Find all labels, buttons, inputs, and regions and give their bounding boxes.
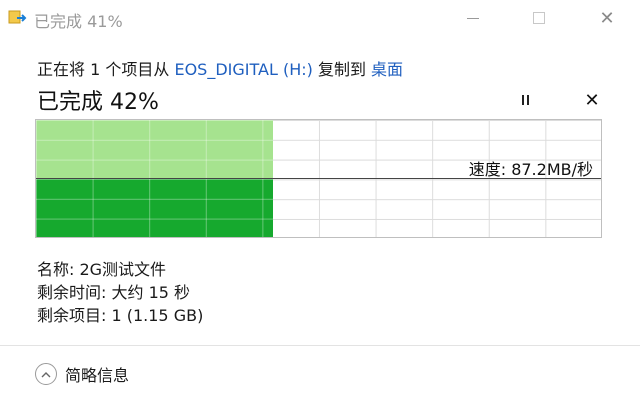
- copy-prefix: 正在将 1 个项目从: [37, 60, 175, 79]
- time-remaining: 剩余时间: 大约 15 秒: [37, 283, 191, 302]
- progress-fill-dark: [36, 179, 274, 237]
- speed-label: 速度: 87.2MB/秒: [468, 160, 593, 179]
- progress-percent: 已完成 42%: [37, 90, 159, 115]
- copy-middle: 复制到: [312, 60, 372, 79]
- close-window-button[interactable]: ✕: [584, 4, 630, 32]
- speed-graph: 速度: 87.2MB/秒: [35, 119, 602, 238]
- destination-link[interactable]: 桌面: [371, 60, 403, 79]
- close-icon: ✕: [584, 89, 600, 111]
- file-name: 名称: 2G测试文件: [37, 260, 167, 279]
- maximize-button[interactable]: [516, 4, 562, 32]
- minimize-button[interactable]: [450, 4, 496, 32]
- fewer-details-button[interactable]: 简略信息: [35, 362, 129, 386]
- copy-arrow-icon: [8, 10, 28, 26]
- copy-description: 正在将 1 个项目从 EOS_DIGITAL (H:) 复制到 桌面: [37, 56, 403, 80]
- close-icon: ✕: [599, 7, 615, 29]
- items-remaining: 剩余项目: 1 (1.15 GB): [37, 306, 204, 325]
- fewer-details-label: 简略信息: [65, 366, 130, 385]
- footer-divider: [0, 345, 640, 346]
- source-link[interactable]: EOS_DIGITAL (H:): [174, 60, 312, 79]
- minimize-icon: [467, 17, 479, 19]
- chevron-up-icon: [35, 363, 57, 385]
- cancel-button[interactable]: ✕: [579, 88, 605, 112]
- window-title: 已完成 41%: [34, 12, 123, 31]
- maximize-icon: [533, 12, 545, 24]
- pause-button[interactable]: [512, 88, 538, 112]
- pause-icon: [521, 95, 529, 105]
- title-bar: 已完成 41% ✕: [0, 0, 640, 36]
- progress-fill-light: [36, 120, 274, 179]
